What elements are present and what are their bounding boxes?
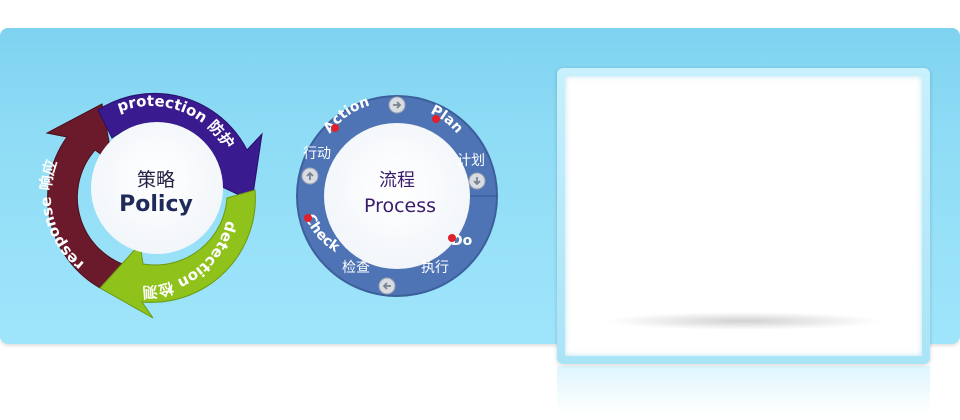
action-cn-label: 行动: [303, 146, 331, 162]
process-cycle: 流程 Process Action Plan Check Do 行动 计划 执行…: [296, 94, 498, 297]
plan-cn-label: 计划: [457, 153, 485, 169]
do-cn-label: 执行: [421, 260, 449, 276]
process-center-en: Process: [364, 195, 436, 217]
check-accent: [304, 214, 312, 222]
policy-center-cn: 策略: [137, 169, 175, 191]
plan-accent: [432, 115, 440, 123]
diagrams-svg: 策略 Policy protection 防护 detection 检测 res…: [37, 92, 498, 319]
policy-center-en: Policy: [119, 192, 193, 217]
arrow-down-icon: [468, 172, 486, 190]
arrow-left-icon: [378, 277, 396, 295]
check-cn-label: 检查: [342, 260, 370, 276]
arrow-right-icon: [388, 96, 406, 114]
policy-cycle: 策略 Policy protection 防护 detection 检测 res…: [37, 92, 263, 319]
arrow-up-icon: [301, 167, 319, 185]
slide: 策略 Policy protection 防护 detection 检测 res…: [0, 0, 960, 420]
do-accent: [448, 234, 456, 242]
process-center-cn: 流程: [379, 170, 415, 191]
action-accent: [331, 124, 339, 132]
